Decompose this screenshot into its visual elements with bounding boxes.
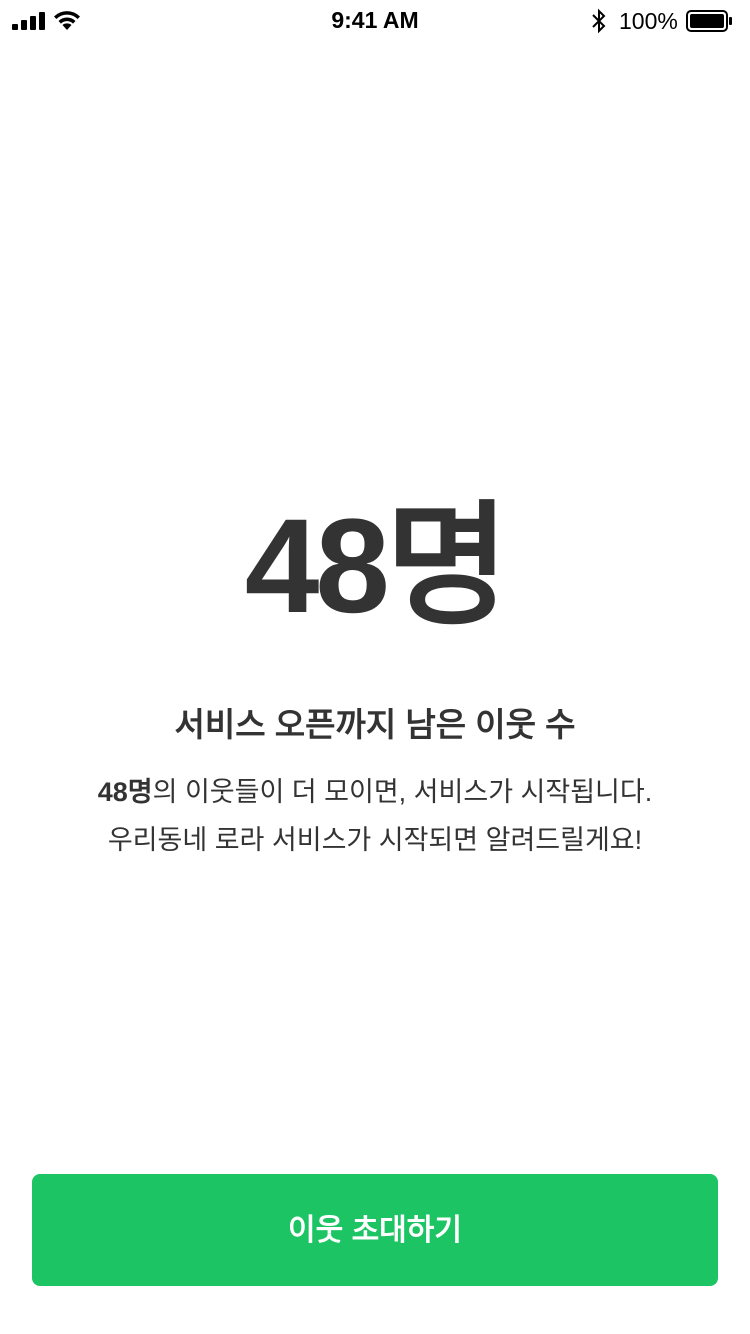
invite-neighbor-button[interactable]: 이웃 초대하기: [32, 1174, 718, 1286]
description-count: 48명: [97, 777, 153, 807]
page-title: 서비스 오픈까지 남은 이웃 수: [174, 706, 576, 743]
description: 48명의 이웃들이 더 모이면, 서비스가 시작됩니다. 우리동네 로라 서비스…: [0, 768, 750, 864]
remaining-neighbor-count: 48명: [0, 500, 750, 634]
battery-percent: 100%: [619, 8, 678, 34]
count-number: 48: [244, 492, 390, 641]
description-line-1: 48명의 이웃들이 더 모이면, 서비스가 시작됩니다.: [0, 768, 750, 816]
description-line-1-text: 의 이웃들이 더 모이면, 서비스가 시작됩니다.: [152, 777, 653, 807]
description-line-2: 우리동네 로라 서비스가 시작되면 알려드릴게요!: [107, 825, 643, 855]
status-bar: 9:41 AM 100%: [0, 0, 750, 40]
bluetooth-icon: [592, 8, 606, 34]
count-unit: 명: [385, 492, 509, 641]
battery-icon: [686, 10, 732, 32]
